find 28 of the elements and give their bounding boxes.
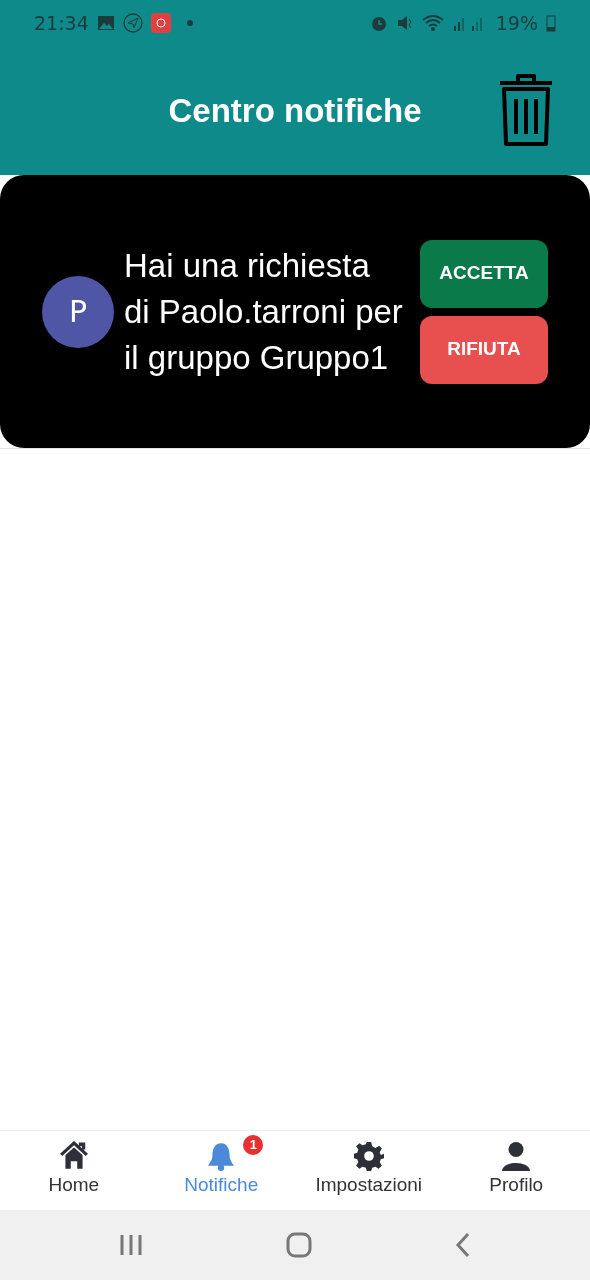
reject-button[interactable]: RIFIUTA [420, 315, 548, 384]
nav-tab[interactable]: Profilo [442, 1131, 590, 1210]
home-button-icon[interactable] [286, 1232, 312, 1258]
dot-icon [186, 20, 193, 26]
home-icon [58, 1141, 89, 1172]
wifi-icon [421, 14, 444, 32]
recent-apps-icon[interactable] [119, 1233, 144, 1257]
notification-message: Hai una richiesta di Paolo.tarroni per il gruppo Gruppo1 [124, 245, 404, 378]
battery-percent: 19% [495, 10, 538, 36]
person-icon [501, 1141, 532, 1172]
send-icon [122, 13, 143, 33]
gear-icon [353, 1141, 384, 1172]
avatar: P [42, 275, 114, 348]
page-title: Centro notifiche [168, 90, 422, 131]
app-icon [150, 13, 171, 33]
mute-icon [395, 14, 414, 32]
trash-icon[interactable] [498, 74, 554, 146]
image-icon [96, 15, 115, 31]
nav-tab[interactable]: Impostazioni [295, 1131, 443, 1210]
battery-icon [546, 14, 556, 32]
nav-tab[interactable]: Home [0, 1131, 148, 1210]
accept-button[interactable]: ACCETTA [420, 239, 548, 308]
bell-icon [206, 1141, 237, 1172]
back-icon[interactable] [454, 1232, 471, 1258]
alarm-icon [369, 14, 388, 32]
status-time: 21:34 [34, 10, 89, 36]
nav-tab[interactable]: Notifiche 1 [147, 1131, 295, 1210]
notification-badge: 1 [243, 1135, 264, 1155]
